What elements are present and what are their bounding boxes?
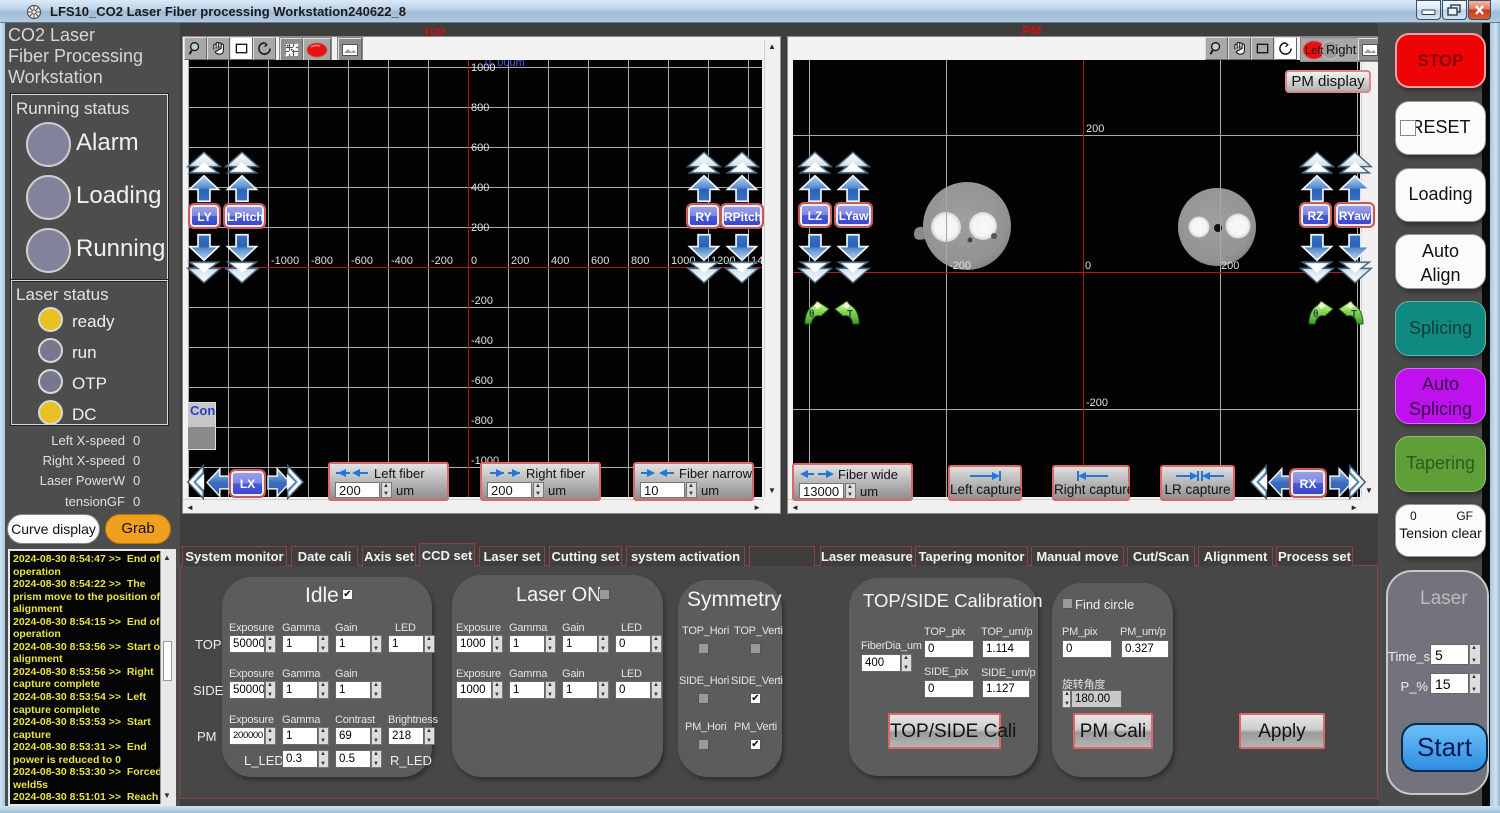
svg-text:200: 200 [511,255,529,267]
svg-text:800: 800 [471,102,489,114]
svg-text:-200: -200 [1086,397,1108,409]
svg-text:-400: -400 [391,255,413,267]
svg-text:-600: -600 [351,255,373,267]
svg-text:-200: -200 [431,255,453,267]
svg-text:-800: -800 [311,255,333,267]
svg-text:800: 800 [631,255,649,267]
svg-text:-600: -600 [471,375,493,387]
svg-text:200: 200 [471,222,489,234]
svg-text:200: 200 [1221,260,1239,272]
svg-text:-800: -800 [471,415,493,427]
svg-text:600: 600 [471,142,489,154]
svg-text:200: 200 [1086,123,1104,135]
svg-text:400: 400 [551,255,569,267]
svg-text:0: 0 [471,255,477,267]
svg-text:400: 400 [471,182,489,194]
svg-text:-400: -400 [471,335,493,347]
svg-text:-1000: -1000 [271,255,299,267]
svg-text:Left: Left [1305,45,1323,57]
svg-text:0. 00um: 0. 00um [485,60,525,69]
svg-text:-200: -200 [471,295,493,307]
svg-text:600: 600 [591,255,609,267]
svg-text:-200: -200 [949,260,971,272]
svg-text:0: 0 [1085,260,1091,272]
